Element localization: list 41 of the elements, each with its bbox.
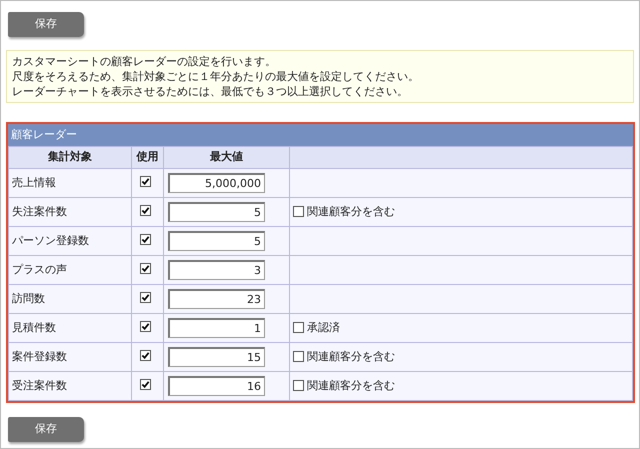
- notice-text: 尺度をそろえるため、集計対象ごとに１年分あたりの最大値を設定してください。: [12, 68, 420, 84]
- column-header: 集計対象: [8, 146, 132, 168]
- checkbox[interactable]: [293, 322, 304, 334]
- checkbox[interactable]: [293, 380, 304, 392]
- checkbox[interactable]: [140, 320, 151, 332]
- table-cell: 売上情報: [8, 168, 132, 198]
- max-value-input[interactable]: 3: [168, 260, 265, 280]
- table-cell: 案件登録数: [8, 342, 132, 372]
- option-label: 関連顧客分を含む: [307, 348, 395, 364]
- checkbox[interactable]: [140, 262, 151, 274]
- option-label: 関連顧客分を含む: [307, 378, 395, 394]
- column-header: 使用: [132, 146, 164, 168]
- max-value-input[interactable]: 5: [168, 230, 265, 251]
- column-header: 最大値: [164, 146, 290, 168]
- checkbox[interactable]: [140, 204, 151, 216]
- checkbox[interactable]: [140, 378, 151, 390]
- notice-text: レーダーチャートを表示させるためには、最低でも３つ以上選択してください。: [12, 84, 409, 99]
- max-value-input[interactable]: 16: [168, 376, 265, 396]
- max-value-input[interactable]: 15: [168, 346, 265, 367]
- checkbox[interactable]: [293, 351, 304, 362]
- table-cell: プラスの声: [8, 255, 132, 284]
- checkbox[interactable]: [140, 234, 151, 244]
- notice-text: カスタマーシートの顧客レーダーの設定を行います。: [12, 54, 277, 69]
- table-cell: 見積件数: [8, 313, 132, 342]
- option-label: 関連顧客分を含む: [307, 204, 395, 220]
- table-cell: 受注案件数: [8, 371, 132, 400]
- table-cell: 失注案件数: [8, 197, 132, 226]
- checkbox[interactable]: [140, 350, 151, 360]
- save-button[interactable]: 保存: [8, 12, 84, 37]
- max-value-input[interactable]: 5: [168, 202, 265, 222]
- max-value-input[interactable]: 1: [168, 318, 265, 338]
- option-label: 承認済: [307, 320, 340, 336]
- checkbox[interactable]: [140, 292, 151, 302]
- table-cell: 訪問数: [8, 284, 132, 314]
- checkbox[interactable]: [140, 176, 151, 186]
- save-button[interactable]: 保存: [8, 416, 84, 442]
- checkbox[interactable]: [293, 206, 304, 218]
- panel-title: 顧客レーダー: [8, 124, 633, 146]
- table-cell: パーソン登録数: [8, 226, 132, 256]
- max-value-input[interactable]: 5,000,000: [168, 172, 265, 193]
- max-value-input[interactable]: 23: [168, 288, 265, 309]
